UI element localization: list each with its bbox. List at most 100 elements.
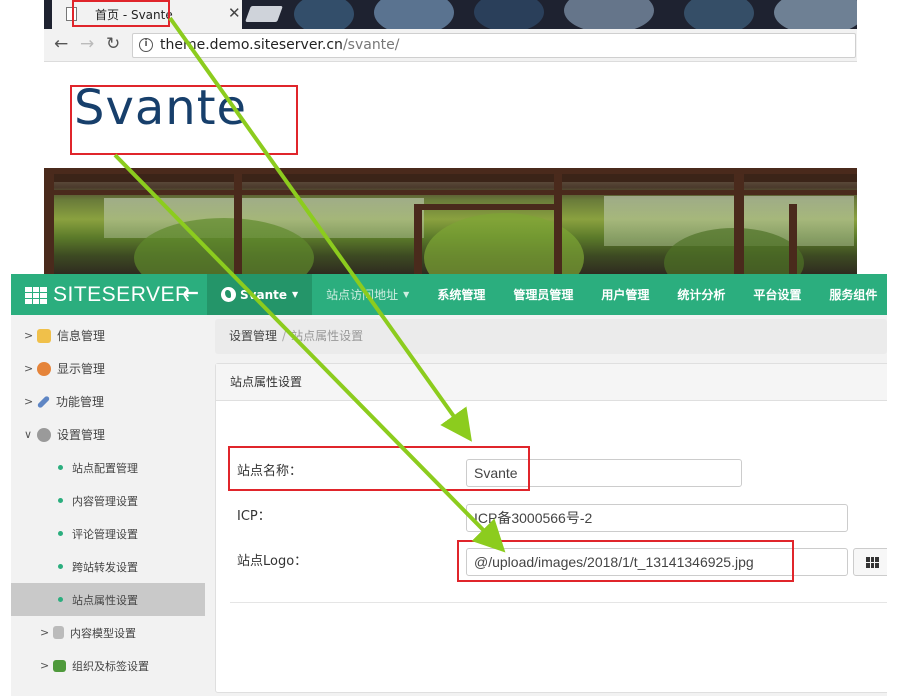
tab-title: 首页 - Svante [95,8,173,22]
sidebar-item-cross-site[interactable]: 跨站转发设置 [11,550,205,583]
sidebar-item-info[interactable]: > 信息管理 [11,319,205,352]
sidebar-item-site-config[interactable]: 站点配置管理 [11,451,205,484]
folder-edit-icon [37,328,51,343]
window-frame [414,204,422,275]
forward-icon[interactable]: → [80,34,94,54]
chevron-right-icon: > [40,626,50,639]
logo-input[interactable]: @/upload/images/2018/1/t_13141346925.jpg [466,548,848,576]
window-frame [414,204,559,210]
sidebar: > 信息管理 > 显示管理 > 功能管理 ∨ 设置管理 站点配置管理 内容管理设… [11,315,205,696]
divider [230,602,887,603]
sidebar-item-settings[interactable]: ∨ 设置管理 [11,418,205,451]
address-bar: ← → ↻ i theme.demo.siteserver.cn/svante/ [44,29,857,62]
window-frame [234,168,242,275]
nav-label: 用户管理 [601,288,650,302]
settings-panel: 站点属性设置 站点名称： Svante ICP： ICP备3000566号-2 … [215,363,887,693]
new-tab-button[interactable] [245,6,283,22]
icp-label: ICP： [237,509,271,524]
sidebar-item-label: 跨站转发设置 [72,560,138,574]
globe-icon [221,287,236,302]
nav-platform[interactable]: 平台设置 [739,274,815,315]
grid-icon [866,557,879,568]
nav-admin[interactable]: 管理员管理 [499,274,587,315]
nav-site-svante[interactable]: Svante ▼ [207,274,313,315]
main-content: 设置管理 / 站点属性设置 站点属性设置 站点名称： Svante ICP： ICP… [215,319,887,696]
tab-home[interactable]: 首页 - Svante ✕ [52,0,242,29]
bullet-icon [58,564,63,569]
url-input[interactable]: i theme.demo.siteserver.cn/svante/ [132,33,856,58]
bullet-icon [58,597,63,602]
wrench-icon [36,394,51,409]
select-image-button[interactable] [853,548,887,576]
top-nav: Svante ▼ 站点访问地址 ▼ 系统管理 管理员管理 用户管理 统计分析 平… [207,274,887,315]
sitemap-icon [53,659,66,672]
nav-label: 统计分析 [677,288,726,302]
sidebar-item-label: 内容模型设置 [70,626,136,640]
top-navbar: SITESERVER ← Svante ▼ 站点访问地址 ▼ 系统管理 管理员管… [11,274,887,315]
nav-system[interactable]: 系统管理 [423,274,499,315]
sidebar-item-label: 设置管理 [57,428,106,442]
sidebar-item-display[interactable]: > 显示管理 [11,352,205,385]
sidebar-item-site-attributes[interactable]: 站点属性设置 [11,583,205,616]
window-frame [734,168,744,275]
caret-down-icon: ▼ [403,290,410,299]
tabstrip-background [684,0,754,29]
collapse-arrow-icon[interactable]: ← [183,282,199,304]
nav-label: 系统管理 [437,288,486,302]
browser-window: 首页 - Svante ✕ ← → ↻ i theme.demo.siteser… [44,0,857,275]
site-header: Svante [44,62,857,168]
bullet-icon [58,498,63,503]
sidebar-item-content-settings[interactable]: 内容管理设置 [11,484,205,517]
tabstrip-background [294,0,354,29]
sidebar-item-label: 站点属性设置 [72,593,138,607]
chevron-right-icon: > [40,659,50,672]
breadcrumb: 设置管理 / 站点属性设置 [215,319,887,354]
nav-users[interactable]: 用户管理 [587,274,663,315]
nav-label: 管理员管理 [513,288,574,302]
tab-strip: 首页 - Svante ✕ [44,0,857,29]
gear-icon [37,427,51,442]
nav-stats[interactable]: 统计分析 [663,274,739,315]
icp-input[interactable]: ICP备3000566号-2 [466,504,848,532]
bullet-icon [58,465,63,470]
back-icon[interactable]: ← [54,34,68,54]
url-path: /svante/ [342,37,400,53]
caret-down-icon: ▼ [291,290,299,299]
breadcrumb-parent[interactable]: 设置管理 [229,329,277,343]
sidebar-item-label: 内容管理设置 [72,494,138,508]
sidebar-item-functions[interactable]: > 功能管理 [11,385,205,418]
window-frame [44,168,54,275]
panel-title: 站点属性设置 [216,364,887,401]
sidebar-item-groups-tags[interactable]: > 组织及标签设置 [11,649,205,682]
nav-label: 服务组件 [829,288,878,302]
grid-icon [25,286,47,304]
info-icon[interactable]: i [139,38,153,52]
site-logo[interactable]: Svante [74,80,247,136]
sidebar-item-label: 组织及标签设置 [72,659,149,673]
sidebar-item-label: 评论管理设置 [72,527,138,541]
chevron-right-icon: > [24,329,34,342]
sidebar-item-content-model[interactable]: > 内容模型设置 [11,616,205,649]
tabstrip-background [474,0,544,29]
nav-label: 平台设置 [753,288,802,302]
brand[interactable]: SITESERVER [25,283,191,307]
sidebar-item-label: 信息管理 [57,329,106,343]
url-text: theme.demo.siteserver.cn/svante/ [160,37,400,53]
sidebar-item-comment-settings[interactable]: 评论管理设置 [11,517,205,550]
database-icon [53,626,64,639]
tabstrip-background [564,0,654,29]
window-frame [554,168,562,275]
site-name-input[interactable]: Svante [466,459,742,487]
chevron-down-icon: ∨ [24,428,33,441]
tabstrip-background [774,0,857,29]
sidebar-item-label: 站点配置管理 [72,461,138,475]
url-host: theme.demo.siteserver.cn [160,37,343,53]
nav-services[interactable]: 服务组件 [815,274,887,315]
site-name-label: 站点名称： [237,464,303,479]
nav-label: 站点访问地址 [326,288,399,302]
bullet-icon [58,531,63,536]
reload-icon[interactable]: ↻ [106,34,120,54]
close-tab-icon[interactable]: ✕ [228,4,241,22]
nav-site-url[interactable]: 站点访问地址 ▼ [312,274,423,315]
logo-label: 站点Logo： [237,554,308,569]
